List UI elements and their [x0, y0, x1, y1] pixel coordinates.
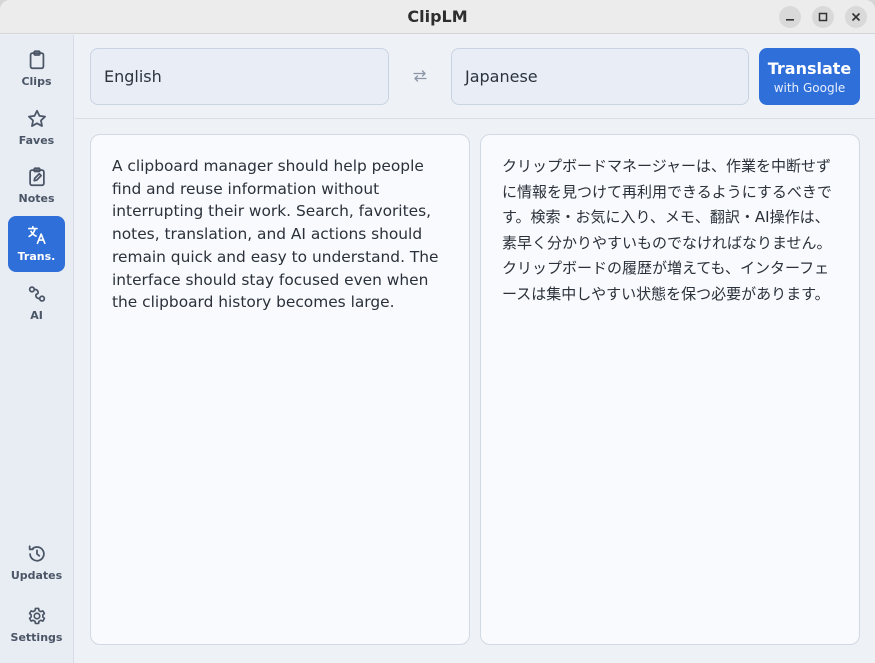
- sidebar-item-settings[interactable]: Settings: [8, 597, 65, 653]
- target-language-select[interactable]: Japanese: [451, 48, 749, 105]
- sidebar-item-label: Settings: [10, 631, 63, 644]
- close-button[interactable]: [845, 6, 867, 28]
- clipboard-icon: [29, 50, 44, 70]
- translate-view: English Japanese Translate with Google A…: [75, 35, 875, 663]
- translate-button[interactable]: Translate with Google: [759, 48, 860, 105]
- source-text-area[interactable]: A clipboard manager should help people f…: [90, 134, 470, 645]
- minimize-icon: [786, 19, 794, 21]
- sidebar-item-label: AI: [30, 309, 43, 322]
- sidebar-item-trans[interactable]: Trans.: [8, 216, 65, 272]
- translate-button-label: Translate: [767, 58, 852, 78]
- swap-languages-button[interactable]: [409, 63, 431, 89]
- close-icon: [851, 12, 861, 22]
- window-title: ClipLM: [407, 7, 468, 26]
- minimize-button[interactable]: [779, 6, 801, 28]
- sidebar-item-label: Clips: [21, 75, 52, 88]
- swap-arrows-icon: [413, 70, 427, 82]
- note-edit-icon: [28, 167, 45, 187]
- sidebar-item-label: Notes: [18, 192, 55, 205]
- sidebar-item-label: Faves: [18, 134, 55, 147]
- translate-button-sublabel: with Google: [773, 80, 846, 95]
- maximize-icon: [818, 12, 828, 22]
- source-language-select[interactable]: English: [90, 48, 389, 105]
- sidebar-item-clips[interactable]: Clips: [8, 41, 65, 97]
- maximize-button[interactable]: [812, 6, 834, 28]
- sidebar: Clips Faves Notes Trans. AI Updates Sett…: [0, 35, 74, 663]
- ai-icon: [28, 286, 45, 302]
- sidebar-item-ai[interactable]: AI: [8, 275, 65, 331]
- title-bar[interactable]: ClipLM: [0, 0, 875, 34]
- sidebar-item-label: Trans.: [17, 250, 56, 263]
- sidebar-item-updates[interactable]: Updates: [8, 535, 65, 591]
- translated-text-area[interactable]: クリップボードマネージャーは、作業を中断せずに情報を見つけて再利用できるようにす…: [480, 134, 860, 645]
- app-window: ClipLM Clips Faves Notes Trans. AI Updat…: [0, 0, 875, 663]
- sidebar-item-label: Updates: [10, 569, 63, 582]
- translate-icon: [27, 225, 46, 245]
- history-icon: [28, 545, 45, 562]
- sidebar-item-notes[interactable]: Notes: [8, 158, 65, 214]
- gear-icon: [28, 607, 45, 625]
- sidebar-item-faves[interactable]: Faves: [8, 100, 65, 156]
- translate-toolbar: English Japanese Translate with Google: [75, 35, 875, 119]
- star-icon: [27, 109, 46, 127]
